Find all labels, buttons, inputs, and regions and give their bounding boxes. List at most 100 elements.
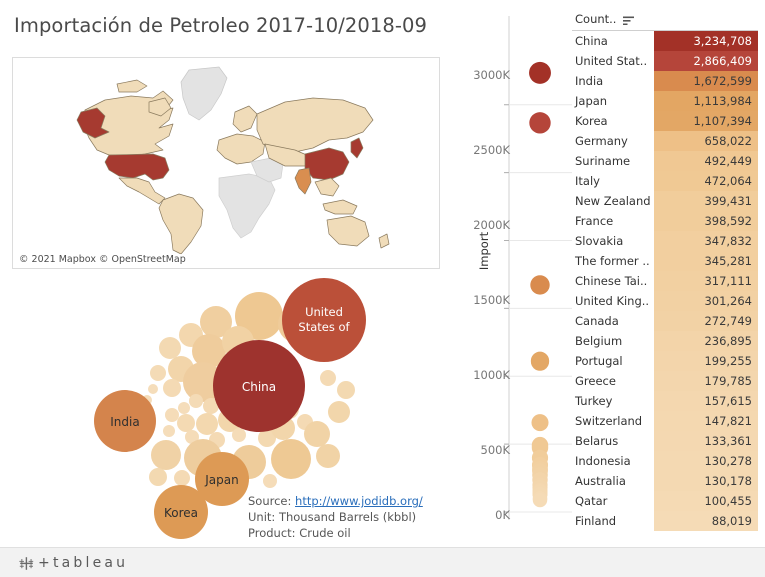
table-cell-value: 1,107,394: [654, 111, 758, 131]
table-row[interactable]: Greece 179,785: [572, 371, 758, 391]
table-cell-country: The former ..: [575, 254, 650, 268]
axis-tick-1500K: 1500K: [473, 293, 510, 307]
world-map-panel[interactable]: © 2021 Mapbox © OpenStreetMap: [12, 57, 440, 269]
table-header-country: Count..: [575, 12, 617, 26]
table-cell-value: 100,455: [654, 491, 758, 511]
table-cell-value: 236,895: [654, 331, 758, 351]
table-cell-value: 658,022: [654, 131, 758, 151]
table-cell-country: Japan: [575, 94, 608, 108]
table-cell-country: Germany: [575, 134, 628, 148]
map-attribution: © 2021 Mapbox © OpenStreetMap: [17, 254, 188, 265]
table-cell-country: New Zealand: [575, 194, 651, 208]
table-cell-value: 179,785: [654, 371, 758, 391]
world-choropleth-map[interactable]: [13, 58, 439, 268]
table-cell-country: Chinese Tai..: [575, 274, 648, 288]
table-cell-value: 301,264: [654, 291, 758, 311]
table-cell-country: Switzerland: [575, 414, 643, 428]
table-cell-country: Italy: [575, 174, 600, 188]
table-row[interactable]: Turkey 157,615: [572, 391, 758, 411]
table-row[interactable]: India 1,672,599: [572, 71, 758, 91]
table-cell-country: Qatar: [575, 494, 608, 508]
table-cell-value: 1,113,984: [654, 91, 758, 111]
table-cell-value: 398,592: [654, 211, 758, 231]
table-row[interactable]: Belarus 133,361: [572, 431, 758, 451]
table-row[interactable]: Qatar 100,455: [572, 491, 758, 511]
tableau-logo-icon: [19, 556, 34, 570]
bubble-china[interactable]: [213, 340, 305, 432]
table-row[interactable]: The former .. 345,281: [572, 251, 758, 271]
table-cell-value: 2,866,409: [654, 51, 758, 71]
sort-descending-icon[interactable]: [623, 10, 635, 29]
table-header-row[interactable]: Count..: [572, 8, 758, 31]
table-row[interactable]: Switzerland 147,821: [572, 411, 758, 431]
dot-point[interactable]: [530, 352, 550, 371]
table-row[interactable]: Slovakia 347,832: [572, 231, 758, 251]
table-cell-country: United King..: [575, 294, 650, 308]
table-row[interactable]: United Stat.. 2,866,409: [572, 51, 758, 71]
table-cell-value: 130,278: [654, 451, 758, 471]
table-cell-value: 317,111: [654, 271, 758, 291]
table-row[interactable]: Japan 1,113,984: [572, 91, 758, 111]
table-row[interactable]: China 3,234,708: [572, 31, 758, 51]
table-row[interactable]: Portugal 199,255: [572, 351, 758, 371]
table-row[interactable]: Belgium 236,895: [572, 331, 758, 351]
footer-bar: +tableau: [0, 547, 765, 577]
table-row[interactable]: Canada 272,749: [572, 311, 758, 331]
tableau-wordmark: +tableau: [38, 555, 128, 571]
table-row[interactable]: New Zealand 399,431: [572, 191, 758, 211]
axis-tick-500K: 500K: [480, 443, 511, 457]
tableau-logo[interactable]: +tableau: [18, 555, 128, 571]
import-dot-plot[interactable]: Import 3000K 2500K 2000K 1500K 1000K 500…: [452, 8, 572, 536]
table-cell-value: 199,255: [654, 351, 758, 371]
axis-tick-3000K: 3000K: [473, 68, 510, 82]
table-cell-country: Finland: [575, 514, 617, 528]
table-row[interactable]: Germany 658,022: [572, 131, 758, 151]
product-line: Product: Crude oil: [248, 526, 351, 540]
table-cell-value: 272,749: [654, 311, 758, 331]
table-row[interactable]: Indonesia 130,278: [572, 451, 758, 471]
dot-point[interactable]: [530, 275, 550, 295]
dot-plot-svg[interactable]: [452, 8, 572, 536]
table-cell-country: Portugal: [575, 354, 623, 368]
table-cell-country: Belgium: [575, 334, 623, 348]
table-cell-value: 88,019: [654, 511, 758, 531]
table-row[interactable]: Suriname 492,449: [572, 151, 758, 171]
table-cell-value: 472,064: [654, 171, 758, 191]
table-body[interactable]: China 3,234,708 United Stat.. 2,866,409 Indi…: [572, 31, 758, 531]
table-row[interactable]: Korea 1,107,394: [572, 111, 758, 131]
dot-point[interactable]: [529, 112, 551, 134]
country-import-table[interactable]: Count.. China 3,234,708 United Stat.. 2,866…: [572, 8, 758, 536]
dot-series[interactable]: [529, 61, 551, 508]
table-row[interactable]: Australia 130,178: [572, 471, 758, 491]
page-title: Importación de Petroleo 2017-10/2018-09: [14, 14, 428, 37]
unit-line: Unit: Thousand Barrels (kbbl): [248, 510, 417, 524]
table-cell-country: India: [575, 74, 604, 88]
bubble-india[interactable]: [94, 390, 156, 452]
table-row[interactable]: Italy 472,064: [572, 171, 758, 191]
table-cell-country: Indonesia: [575, 454, 631, 468]
table-cell-country: Canada: [575, 314, 619, 328]
table-cell-value: 130,178: [654, 471, 758, 491]
table-cell-value: 3,234,708: [654, 31, 758, 51]
table-row[interactable]: Chinese Tai.. 317,111: [572, 271, 758, 291]
table-cell-country: China: [575, 34, 608, 48]
table-cell-value: 133,361: [654, 431, 758, 451]
bubble-united-states[interactable]: [282, 278, 366, 362]
table-row[interactable]: Finland 88,019: [572, 511, 758, 531]
dot-point[interactable]: [532, 492, 548, 508]
bubble-korea[interactable]: [154, 485, 208, 539]
table-cell-country: Slovakia: [575, 234, 624, 248]
table-cell-value: 147,821: [654, 411, 758, 431]
axis-tick-2000K: 2000K: [473, 218, 510, 232]
dot-point[interactable]: [529, 61, 551, 84]
table-cell-value: 157,615: [654, 391, 758, 411]
table-cell-value: 345,281: [654, 251, 758, 271]
axis-tick-1000K: 1000K: [473, 368, 510, 382]
source-label: Source:: [248, 494, 296, 508]
table-row[interactable]: United King.. 301,264: [572, 291, 758, 311]
table-cell-value: 1,672,599: [654, 71, 758, 91]
table-row[interactable]: France 398,592: [572, 211, 758, 231]
table-cell-country: Korea: [575, 114, 608, 128]
dot-point[interactable]: [531, 414, 549, 432]
source-link[interactable]: http://www.jodidb.org/: [295, 494, 423, 508]
